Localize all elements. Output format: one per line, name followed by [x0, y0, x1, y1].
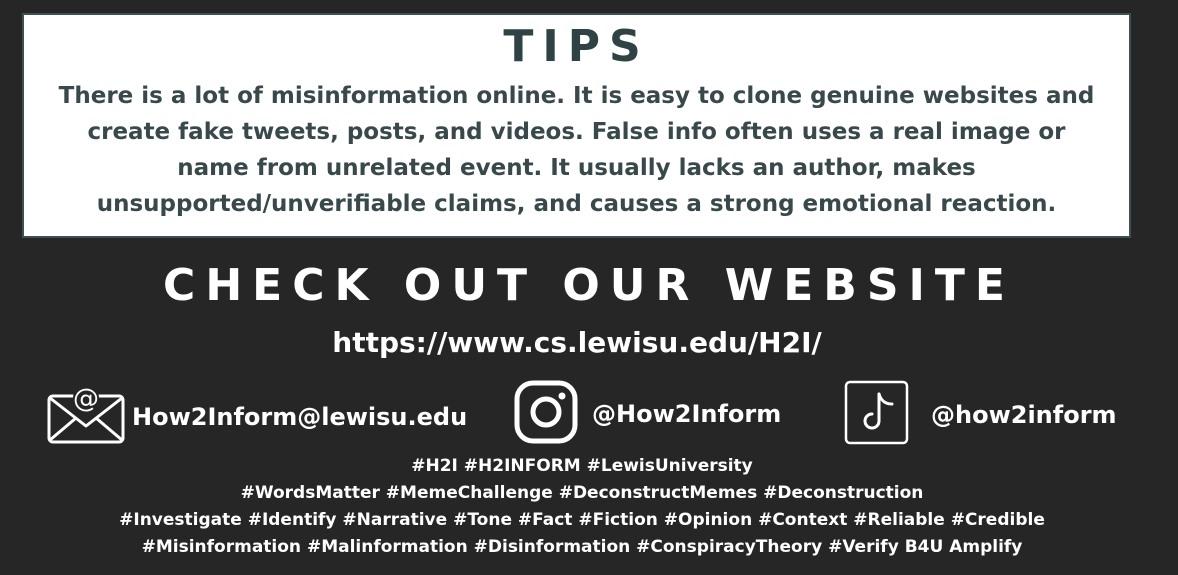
tips-line: There is a lot of misinformation online.… — [58, 83, 1095, 109]
envelope-icon: @ — [47, 384, 127, 450]
hashtag-line: #Misinformation #Malinformation #Disinfo… — [141, 537, 1023, 557]
tips-line: create fake tweets, posts, and videos. F… — [87, 119, 1066, 145]
tips-line: name from unrelated event. It usually la… — [177, 155, 976, 181]
tiktok-icon — [844, 380, 909, 449]
svg-text:@: @ — [73, 384, 99, 414]
hashtag-line: #Investigate #Identify #Narrative #Tone … — [119, 510, 1045, 530]
tips-line: unsupported/unverifiable claims, and cau… — [96, 191, 1057, 217]
email-label: How2Inform@lewisu.edu — [132, 403, 468, 431]
website-url-link[interactable]: https://www.cs.lewisu.edu/H2I/ — [0, 322, 1154, 364]
hashtag-block: #H2I #H2INFORM #LewisUniversity #WordsMa… — [0, 453, 1164, 561]
hashtag-line: #H2I #H2INFORM #LewisUniversity — [411, 456, 753, 476]
hashtag-line: #WordsMatter #MemeChallenge #Deconstruct… — [240, 483, 924, 503]
tips-title: TIPS — [503, 21, 650, 72]
instagram-contact[interactable]: @How2Inform — [514, 380, 781, 448]
tips-body: There is a lot of misinformation online.… — [34, 78, 1119, 222]
website-heading: CHECK OUT OUR WEBSITE — [163, 260, 1015, 311]
instagram-label: @How2Inform — [592, 400, 782, 428]
email-contact[interactable]: @ How2Inform@lewisu.edu — [47, 384, 467, 450]
tiktok-contact[interactable]: @how2inform — [844, 380, 1117, 449]
tips-box: TIPS There is a lot of misinformation on… — [22, 13, 1131, 238]
tiktok-label: @how2inform — [931, 400, 1117, 429]
instagram-icon — [514, 380, 578, 448]
